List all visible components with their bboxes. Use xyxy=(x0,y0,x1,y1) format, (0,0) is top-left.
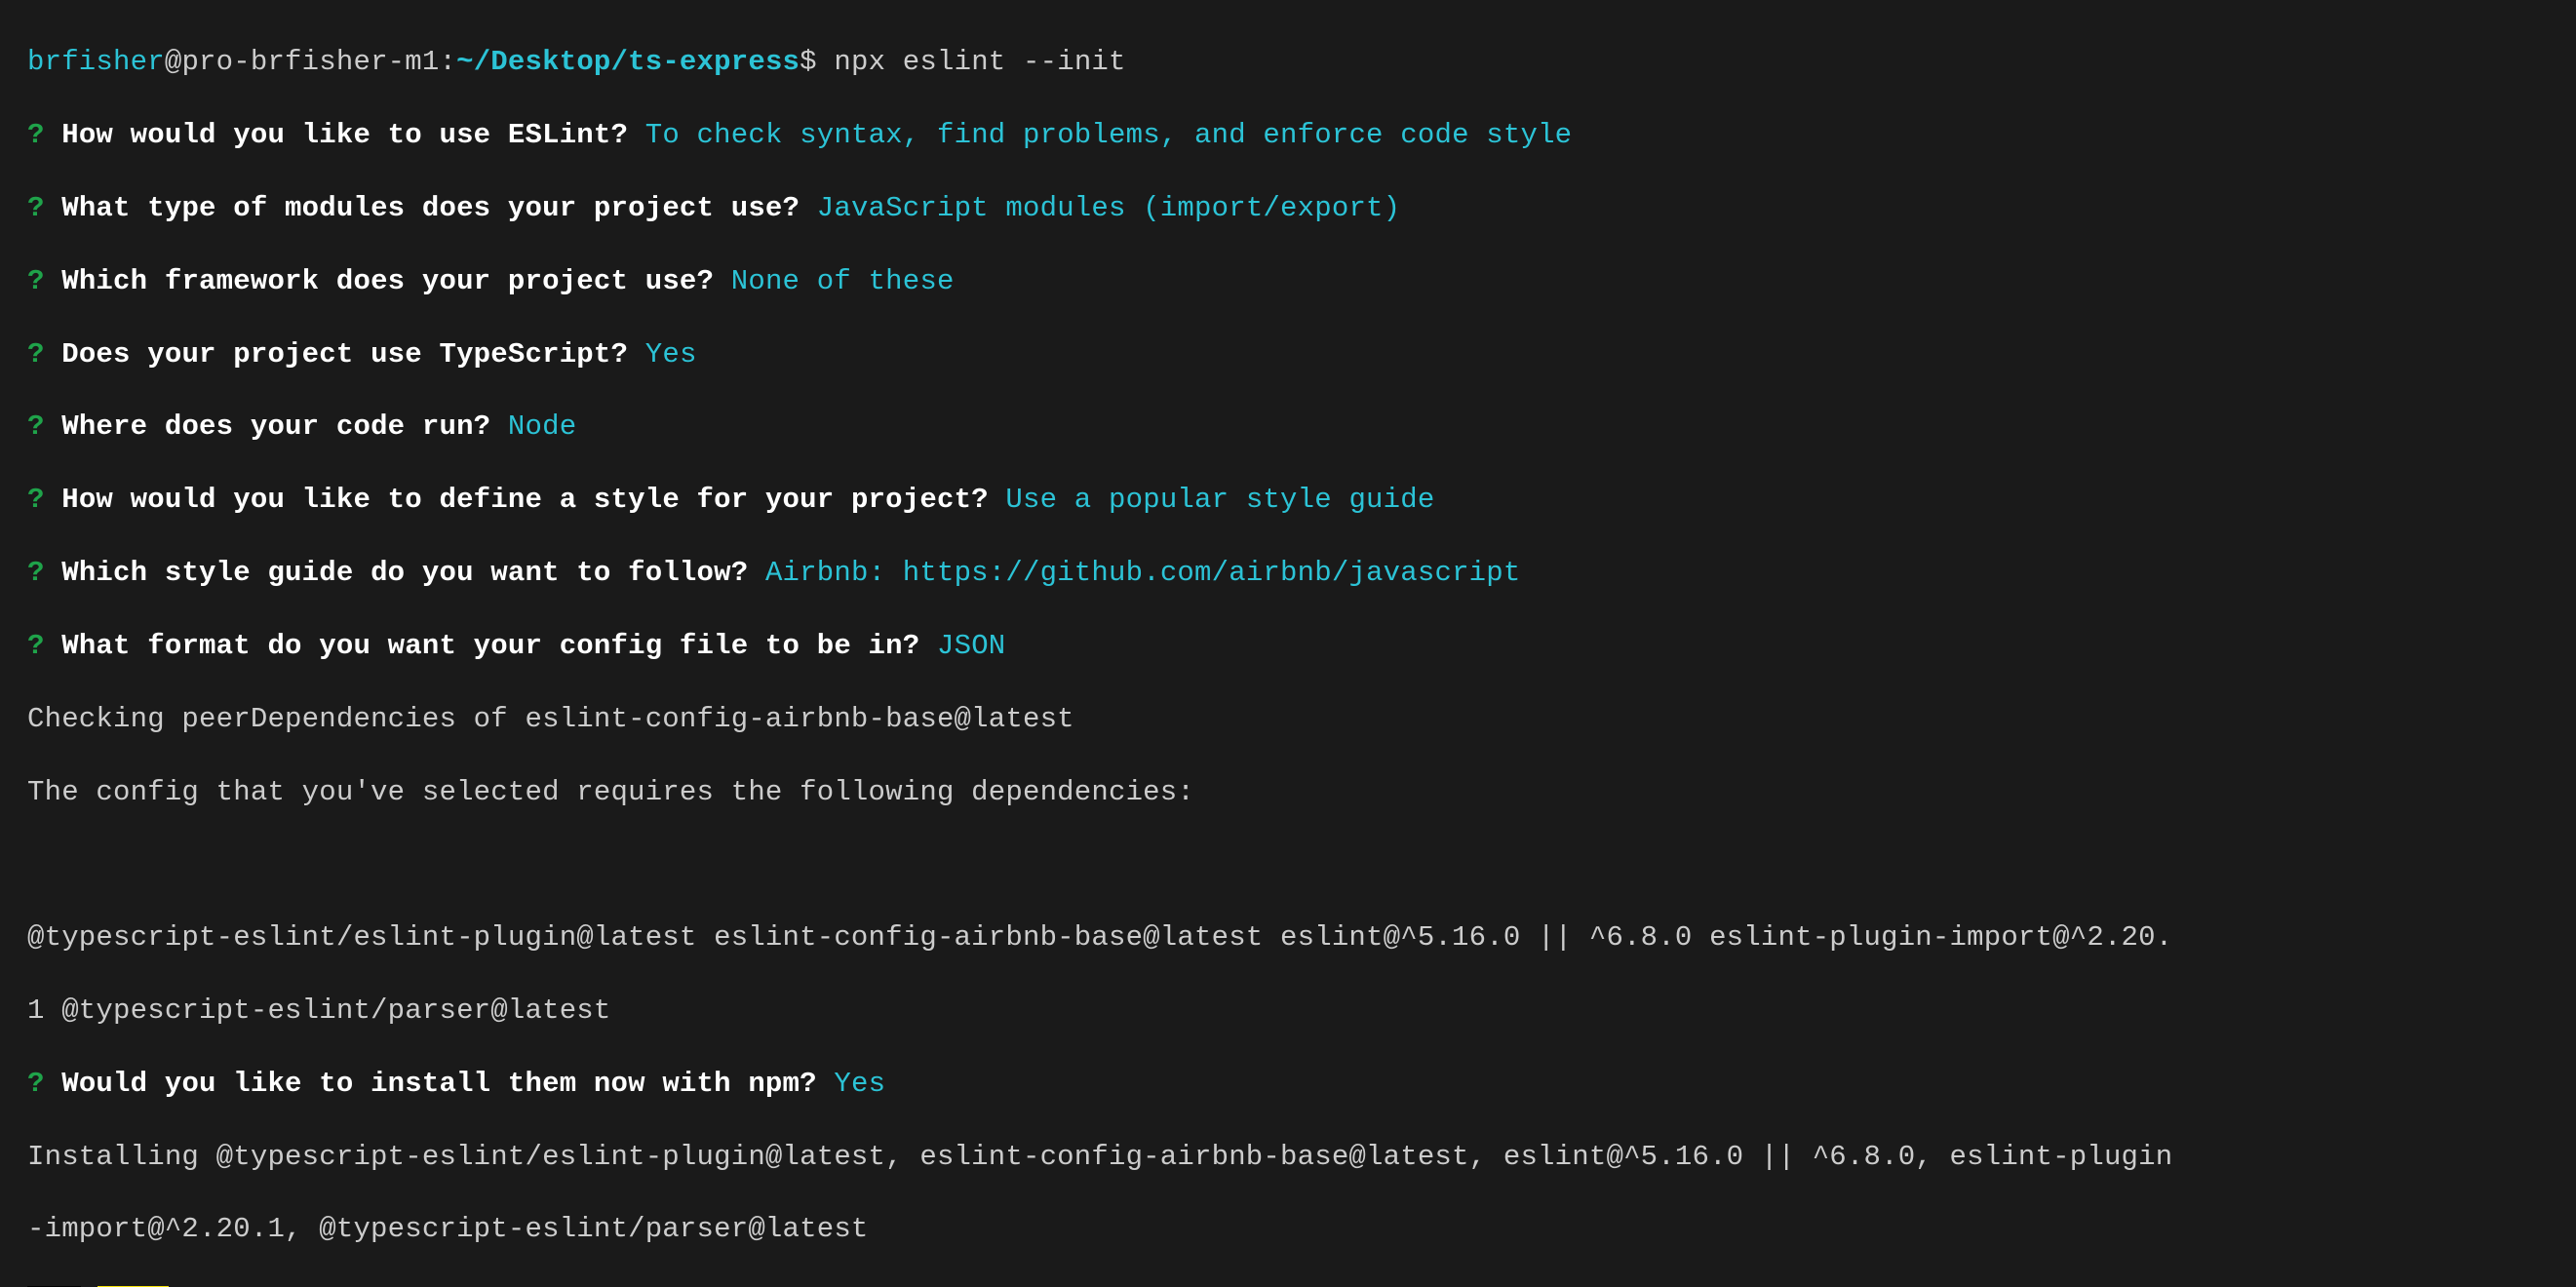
question-text: Does your project use TypeScript? xyxy=(61,338,628,370)
prompt-at: @ xyxy=(165,46,182,78)
question-mark-icon: ? xyxy=(27,484,45,516)
answer-text: Yes xyxy=(645,338,697,370)
deps-line-1: @typescript-eslint/eslint-plugin@latest … xyxy=(27,919,2549,956)
question-text: How would you like to use ESLint? xyxy=(61,119,628,151)
answer-text: Airbnb: https://github.com/airbnb/javasc… xyxy=(765,557,1521,589)
qa-line-3: ? Does your project use TypeScript? Yes xyxy=(27,336,2549,372)
question-text: What format do you want your config file… xyxy=(61,630,919,662)
question-text: What type of modules does your project u… xyxy=(61,192,800,224)
qa-line-7: ? What format do you want your config fi… xyxy=(27,628,2549,664)
deps-line-2: 1 @typescript-eslint/parser@latest xyxy=(27,993,2549,1029)
answer-text: JavaScript modules (import/export) xyxy=(817,192,1401,224)
answer-text: None of these xyxy=(731,265,955,297)
command-text: npx eslint --init xyxy=(834,46,1125,78)
qa-line-0: ? How would you like to use ESLint? To c… xyxy=(27,117,2549,153)
question-mark-icon: ? xyxy=(27,338,45,370)
qa-line-6: ? Which style guide do you want to follo… xyxy=(27,555,2549,591)
checking-line: Checking peerDependencies of eslint-conf… xyxy=(27,701,2549,737)
installing-line-1: Installing @typescript-eslint/eslint-plu… xyxy=(27,1139,2549,1175)
question-mark-icon: ? xyxy=(27,265,45,297)
question-mark-icon: ? xyxy=(27,557,45,589)
question-text: How would you like to define a style for… xyxy=(61,484,989,516)
terminal-output[interactable]: brfisher@pro-brfisher-m1:~/Desktop/ts-ex… xyxy=(0,0,2576,1287)
qa-line-5: ? How would you like to define a style f… xyxy=(27,482,2549,518)
qa-line-4: ? Where does your code run? Node xyxy=(27,409,2549,445)
question-mark-icon: ? xyxy=(27,192,45,224)
prompt-user: brfisher xyxy=(27,46,165,78)
question-text: Which framework does your project use? xyxy=(61,265,714,297)
answer-text: Yes xyxy=(834,1068,885,1100)
answer-text: Node xyxy=(508,410,576,443)
blank-line xyxy=(27,846,2549,882)
answer-text: JSON xyxy=(937,630,1005,662)
question-mark-icon: ? xyxy=(27,410,45,443)
prompt-path: ~/Desktop/ts-express xyxy=(456,46,800,78)
config-line: The config that you've selected requires… xyxy=(27,774,2549,810)
installing-line-2: -import@^2.20.1, @typescript-eslint/pars… xyxy=(27,1211,2549,1247)
question-text: Which style guide do you want to follow? xyxy=(61,557,748,589)
qa-line-1: ? What type of modules does your project… xyxy=(27,190,2549,226)
answer-text: Use a popular style guide xyxy=(1005,484,1434,516)
question-mark-icon: ? xyxy=(27,1068,45,1100)
answer-text: To check syntax, find problems, and enfo… xyxy=(645,119,1573,151)
question-mark-icon: ? xyxy=(27,119,45,151)
qa-line-install: ? Would you like to install them now wit… xyxy=(27,1066,2549,1102)
question-text: Where does your code run? xyxy=(61,410,490,443)
prompt-line-1: brfisher@pro-brfisher-m1:~/Desktop/ts-ex… xyxy=(27,44,2549,80)
question-mark-icon: ? xyxy=(27,630,45,662)
prompt-dollar: $ xyxy=(800,46,817,78)
question-text: Would you like to install them now with … xyxy=(61,1068,817,1100)
qa-line-2: ? Which framework does your project use?… xyxy=(27,263,2549,299)
prompt-colon: : xyxy=(439,46,456,78)
prompt-host: pro-brfisher-m1 xyxy=(181,46,439,78)
